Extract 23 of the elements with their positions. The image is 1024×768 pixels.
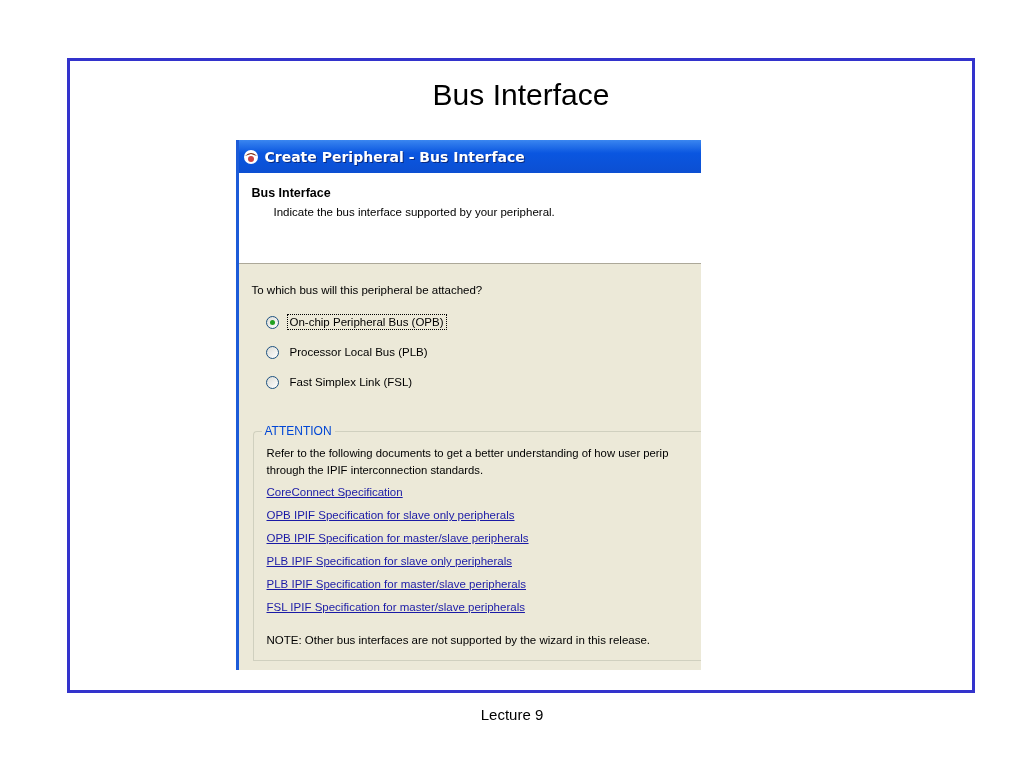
radio-button[interactable]	[265, 375, 279, 389]
slide-title: Bus Interface	[432, 77, 610, 113]
note-text: NOTE: Other bus interfaces are not supported by the wizard in this release.	[266, 634, 652, 646]
document-link[interactable]: OPB IPIF Specification for slave only peripherals	[266, 507, 515, 524]
header-title: Bus Interface	[251, 186, 332, 200]
radio-label[interactable]: Fast Simplex Link (FSL)	[286, 374, 416, 390]
radio-label[interactable]: Processor Local Bus (PLB)	[286, 344, 431, 360]
radio-button[interactable]	[265, 345, 279, 359]
document-link[interactable]: FSL IPIF Specification for master/slave peripherals	[266, 599, 525, 616]
app-icon	[242, 148, 259, 165]
radio-button[interactable]	[265, 315, 279, 329]
document-link[interactable]: OPB IPIF Specification for master/slave peripherals	[266, 530, 529, 547]
document-link[interactable]: PLB IPIF Specification for master/slave peripherals	[266, 576, 526, 593]
document-link[interactable]: PLB IPIF Specification for slave only peripherals	[266, 553, 512, 570]
radio-label[interactable]: On-chip Peripheral Bus (OPB)	[286, 314, 447, 330]
slide-footer: Lecture 9	[0, 706, 1024, 723]
attention-text: Refer to the following documents to get a better understanding of how user perip	[266, 446, 670, 461]
header-subtitle: Indicate the bus interface supported by your peripheral.	[273, 206, 556, 218]
group-legend: ATTENTION	[261, 424, 335, 438]
attention-text: through the IPIF interconnection standards.	[266, 463, 485, 478]
document-link[interactable]: CoreConnect Specification	[266, 484, 403, 501]
window-title: Create Peripheral - Bus Interface	[264, 148, 525, 165]
question-text: To which bus will this peripheral be attached?	[251, 284, 484, 296]
